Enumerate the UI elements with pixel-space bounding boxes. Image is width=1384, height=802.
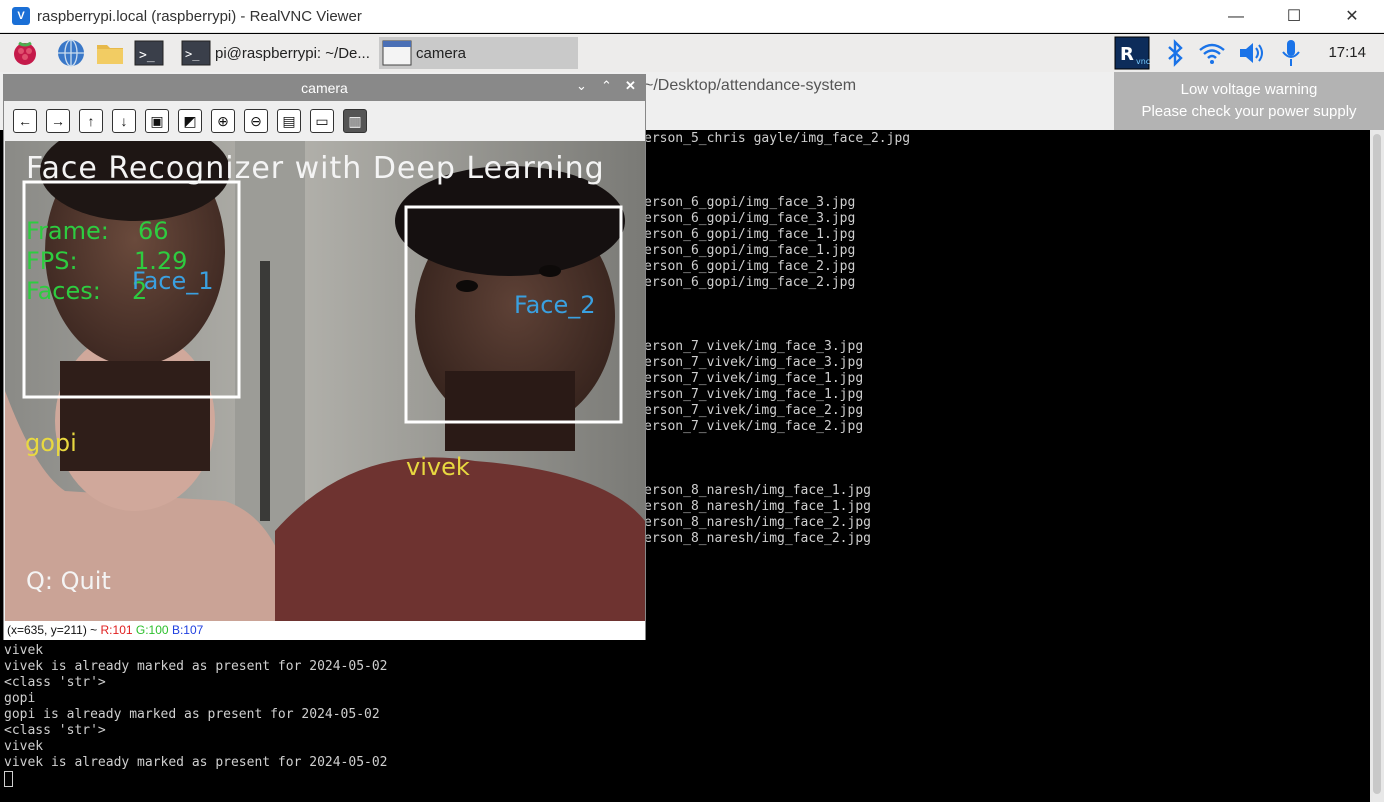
taskbar-task-terminal[interactable]: >_ pi@raspberrypi: ~/De... bbox=[178, 37, 378, 69]
file-manager-icon[interactable] bbox=[95, 38, 125, 68]
clipboard-icon[interactable]: ▭ bbox=[310, 109, 334, 133]
pixel-blue-value: B:107 bbox=[171, 623, 204, 637]
bluetooth-icon[interactable] bbox=[1160, 38, 1190, 68]
image-settings-icon[interactable]: ◩ bbox=[178, 109, 202, 133]
terminal-line: gopi bbox=[4, 691, 36, 706]
recognized-name-1: gopi bbox=[25, 429, 77, 457]
window-task-icon bbox=[382, 40, 412, 66]
fps-label: FPS: bbox=[26, 247, 78, 275]
vnc-window-title: raspberrypi.local (raspberrypi) - RealVN… bbox=[37, 8, 362, 25]
save-icon[interactable]: ▤ bbox=[277, 109, 301, 133]
terminal-line: erson_7_vivek/img_face_1.jpg bbox=[644, 371, 864, 386]
arrow-up-icon[interactable]: ↑ bbox=[79, 109, 103, 133]
camera-toolbar: ← → ↑ ↓ ▣ ◩ ⊕ ⊖ ▤ ▭ ▥ bbox=[4, 101, 645, 141]
camera-status-bar: (x=635, y=211) ~ R:101 G:100 B:107 bbox=[4, 621, 645, 640]
face-1-label: Face_1 bbox=[132, 267, 214, 295]
camera-scene bbox=[5, 141, 645, 621]
terminal-launcher-icon[interactable]: >_ bbox=[134, 38, 164, 68]
terminal-line: erson_6_gopi/img_face_3.jpg bbox=[644, 195, 856, 210]
wifi-icon[interactable] bbox=[1197, 38, 1227, 68]
vnc-server-icon[interactable]: R vnc bbox=[1114, 36, 1150, 70]
pixel-green-value: G:100 bbox=[135, 623, 169, 637]
volume-icon[interactable] bbox=[1237, 38, 1267, 68]
camera-minimize-icon[interactable]: ⌄ bbox=[576, 78, 587, 94]
terminal-line: erson_6_gopi/img_face_2.jpg bbox=[644, 259, 856, 274]
terminal-line: vivek bbox=[4, 643, 44, 658]
quit-hint: Q: Quit bbox=[26, 567, 111, 595]
arrow-down-icon[interactable]: ↓ bbox=[112, 109, 136, 133]
pi-taskbar: >_ >_ pi@raspberrypi: ~/De... camera R v… bbox=[0, 34, 1384, 72]
camera-window: camera ⌄ ⌃ ✕ ← → ↑ ↓ ▣ ◩ ⊕ ⊖ ▤ ▭ ▥ Face … bbox=[3, 74, 646, 640]
terminal-line: vivek is already marked as present for 2… bbox=[4, 755, 388, 770]
terminal-line: erson_8_naresh/img_face_1.jpg bbox=[644, 499, 871, 514]
image-icon[interactable]: ▣ bbox=[145, 109, 169, 133]
terminal-line: <class 'str'> bbox=[4, 675, 106, 690]
recognizer-heading: Face Recognizer with Deep Learning bbox=[26, 151, 605, 186]
camera-video-frame[interactable]: Face Recognizer with Deep Learning Frame… bbox=[5, 141, 645, 621]
terminal-line: erson_7_vivek/img_face_3.jpg bbox=[644, 339, 864, 354]
warning-message: Please check your power supply bbox=[1141, 103, 1357, 120]
microphone-icon[interactable] bbox=[1276, 38, 1306, 68]
svg-text:>_: >_ bbox=[185, 47, 200, 61]
taskbar-clock[interactable]: 17:14 bbox=[1328, 44, 1366, 61]
terminal-line: vivek is already marked as present for 2… bbox=[4, 659, 388, 674]
zoom-out-icon[interactable]: ⊖ bbox=[244, 109, 268, 133]
face-2-label: Face_2 bbox=[514, 291, 596, 319]
camera-maximize-icon[interactable]: ⌃ bbox=[601, 78, 612, 94]
vnc-titlebar: V raspberrypi.local (raspberrypi) - Real… bbox=[0, 0, 1384, 33]
terminal-line: erson_8_naresh/img_face_2.jpg bbox=[644, 515, 871, 530]
terminal-line: erson_8_naresh/img_face_1.jpg bbox=[644, 483, 871, 498]
camera-titlebar[interactable]: camera ⌄ ⌃ ✕ bbox=[4, 75, 645, 101]
maximize-button[interactable]: ☐ bbox=[1265, 0, 1323, 33]
camera-close-icon[interactable]: ✕ bbox=[625, 78, 636, 94]
terminal-line: erson_6_gopi/img_face_2.jpg bbox=[644, 275, 856, 290]
terminal-task-icon: >_ bbox=[181, 40, 211, 66]
minimize-button[interactable]: — bbox=[1207, 0, 1265, 33]
pixel-red-value: R:101 bbox=[100, 623, 133, 637]
recognized-name-2: vivek bbox=[406, 453, 470, 481]
close-button[interactable]: ✕ bbox=[1323, 0, 1381, 33]
terminal-line: erson_6_gopi/img_face_1.jpg bbox=[644, 227, 856, 242]
faces-label: Faces: bbox=[26, 277, 101, 305]
terminal-scrollbar[interactable] bbox=[1370, 130, 1384, 802]
arrow-right-icon[interactable]: → bbox=[46, 109, 70, 133]
svg-text:R: R bbox=[1120, 44, 1134, 65]
terminal-cursor bbox=[4, 771, 13, 787]
terminal-line: erson_7_vivek/img_face_2.jpg bbox=[644, 403, 864, 418]
frame-label: Frame: bbox=[26, 217, 109, 245]
cursor-coordinates: (x=635, y=211) ~ bbox=[7, 623, 98, 637]
svg-text:>_: >_ bbox=[139, 48, 155, 63]
low-voltage-warning: Low voltage warning Please check your po… bbox=[1114, 72, 1384, 130]
taskbar-task-terminal-label: pi@raspberrypi: ~/De... bbox=[215, 44, 370, 62]
taskbar-task-camera-label: camera bbox=[416, 44, 467, 62]
frame-value: 66 bbox=[138, 217, 169, 245]
terminal-line: erson_6_gopi/img_face_1.jpg bbox=[644, 243, 856, 258]
terminal-line: erson_7_vivek/img_face_3.jpg bbox=[644, 355, 864, 370]
terminal-line: gopi is already marked as present for 20… bbox=[4, 707, 380, 722]
web-browser-icon[interactable] bbox=[56, 38, 86, 68]
arrow-left-icon[interactable]: ← bbox=[13, 109, 37, 133]
taskbar-task-camera[interactable]: camera bbox=[379, 37, 578, 69]
raspberry-menu-icon[interactable] bbox=[10, 38, 40, 68]
terminal-line: erson_7_vivek/img_face_1.jpg bbox=[644, 387, 864, 402]
svg-text:vnc: vnc bbox=[1136, 57, 1150, 66]
terminal-title-path: ~/Desktop/attendance-system bbox=[644, 77, 857, 94]
camera-window-title: camera bbox=[301, 80, 348, 96]
realvnc-app-icon: V bbox=[12, 7, 30, 25]
terminal-line: <class 'str'> bbox=[4, 723, 106, 738]
terminal-line: erson_5_chris gayle/img_face_2.jpg bbox=[644, 131, 911, 146]
terminal-line: vivek bbox=[4, 739, 44, 754]
zoom-in-icon[interactable]: ⊕ bbox=[211, 109, 235, 133]
properties-icon[interactable]: ▥ bbox=[343, 109, 367, 133]
terminal-line: erson_8_naresh/img_face_2.jpg bbox=[644, 531, 871, 546]
terminal-line: erson_6_gopi/img_face_3.jpg bbox=[644, 211, 856, 226]
scrollbar-thumb[interactable] bbox=[1373, 134, 1381, 794]
terminal-line: erson_7_vivek/img_face_2.jpg bbox=[644, 419, 864, 434]
warning-title: Low voltage warning bbox=[1180, 81, 1318, 98]
